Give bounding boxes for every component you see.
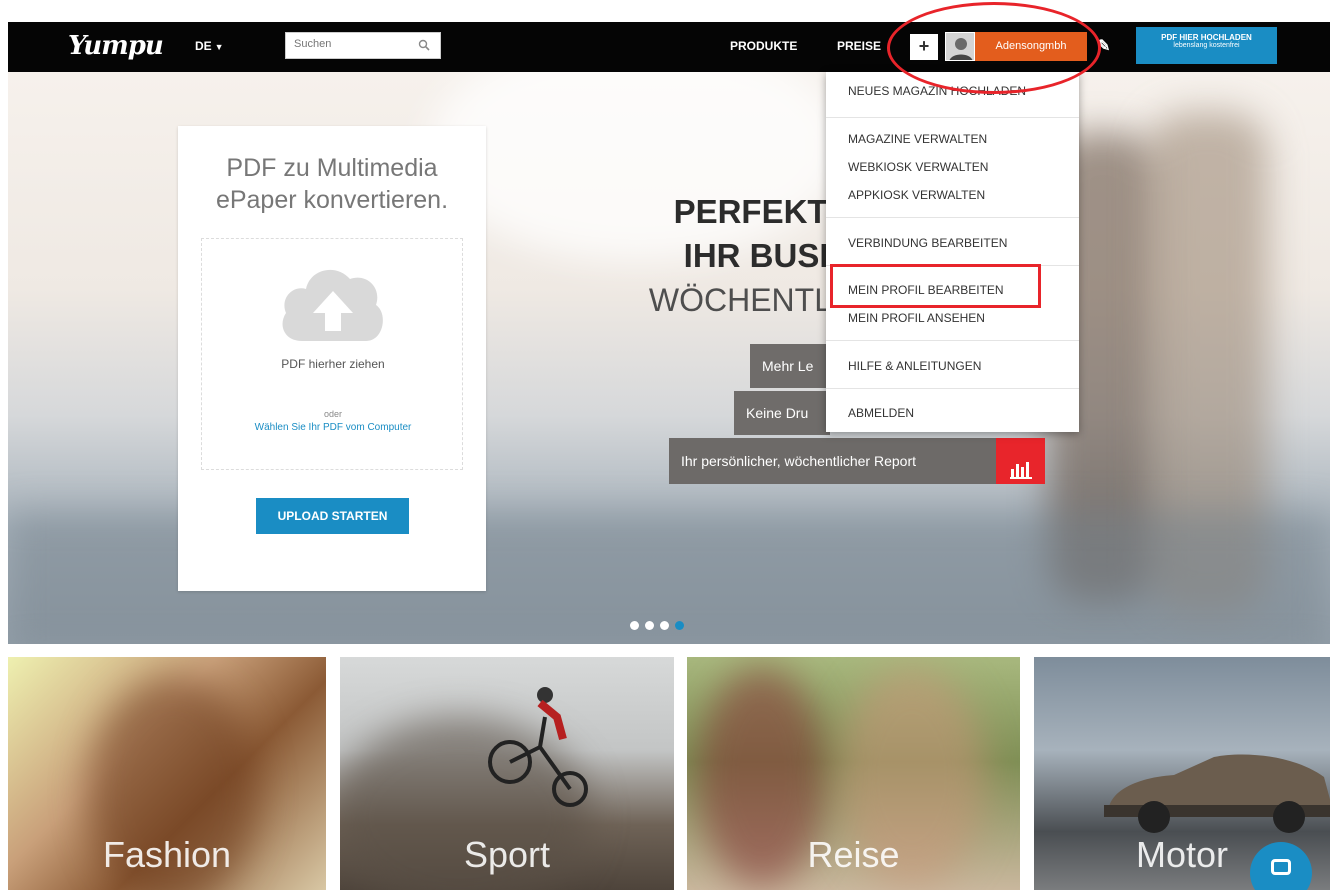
search-icon[interactable] — [418, 39, 430, 51]
cloud-upload-icon — [282, 269, 383, 341]
hero-slider: PDF zu Multimedia ePaper konvertieren. P… — [8, 72, 1330, 644]
search-input[interactable] — [294, 38, 404, 50]
chat-icon — [1271, 859, 1291, 875]
dropzone-text: PDF hierher ziehen — [281, 357, 385, 371]
category-label-reise: Reise — [807, 834, 900, 875]
pdf-dropzone[interactable]: PDF hierher ziehen oder Wählen Sie Ihr P… — [201, 238, 463, 470]
search-box[interactable] — [285, 32, 441, 59]
menu-divider — [826, 217, 1079, 218]
upload-pdf-label: PDF HIER HOCHLADEN — [1161, 33, 1252, 42]
upload-card-title-line1: PDF zu Multimedia — [226, 154, 438, 182]
upload-card: PDF zu Multimedia ePaper konvertieren. P… — [178, 126, 486, 591]
feature-pill-1: Mehr Le — [750, 344, 830, 388]
cyclist-illustration — [488, 687, 588, 807]
menu-divider — [826, 340, 1079, 341]
slider-dot[interactable] — [630, 621, 639, 630]
top-navbar: Yumpu DE▼ PRODUKTE PREISE + Adensongmbh … — [8, 22, 1330, 72]
menu-item-manage-magazines[interactable]: MAGAZINE VERWALTEN — [848, 132, 987, 146]
category-tile-reise[interactable]: Reise — [687, 657, 1020, 890]
annotation-ellipse — [887, 2, 1101, 94]
slider-dots — [630, 617, 690, 635]
menu-divider — [826, 388, 1079, 389]
language-label: DE — [195, 39, 212, 53]
yumpu-logo[interactable]: Yumpu — [68, 31, 164, 61]
report-pill: Ihr persönlicher, wöchentlicher Report — [669, 438, 1045, 484]
car-illustration — [1104, 754, 1330, 833]
page: Yumpu DE▼ PRODUKTE PREISE + Adensongmbh … — [0, 0, 1337, 890]
category-tile-fashion[interactable]: Fashion — [8, 657, 326, 890]
upload-card-title: PDF zu Multimedia ePaper konvertieren. — [178, 152, 486, 216]
menu-item-edit-connection[interactable]: VERBINDUNG BEARBEITEN — [848, 236, 1007, 250]
report-chart-icon — [996, 438, 1045, 484]
menu-divider — [826, 117, 1079, 118]
feature-pill-2: Keine Dru — [734, 391, 830, 435]
upload-start-button[interactable]: UPLOAD STARTEN — [256, 498, 409, 534]
category-label-sport: Sport — [463, 834, 551, 875]
nav-link-produkte[interactable]: PRODUKTE — [730, 39, 797, 53]
slider-dot[interactable] — [660, 621, 669, 630]
choose-file-link[interactable]: Wählen Sie Ihr PDF vom Computer — [202, 422, 464, 433]
language-selector[interactable]: DE ▼ — [195, 39, 224, 53]
menu-item-help[interactable]: HILFE & ANLEITUNGEN — [848, 359, 981, 373]
category-label-fashion: Fashion — [102, 834, 232, 875]
upload-pdf-sublabel: lebenslang kostenfrei — [1173, 42, 1240, 49]
slider-dot[interactable] — [645, 621, 654, 630]
menu-item-manage-webkiosk[interactable]: WEBKIOSK VERWALTEN — [848, 160, 988, 174]
upload-pdf-button[interactable]: PDF HIER HOCHLADEN lebenslang kostenfrei — [1136, 27, 1277, 64]
menu-item-manage-appkiosk[interactable]: APPKIOSK VERWALTEN — [848, 188, 985, 202]
caret-down-icon: ▼ — [214, 42, 224, 52]
slider-dot-active[interactable] — [675, 621, 684, 630]
dropzone-or: oder — [323, 409, 342, 419]
report-label: Ihr persönlicher, wöchentlicher Report — [681, 453, 917, 469]
annotation-box — [830, 264, 1041, 308]
nav-link-preise[interactable]: PREISE — [837, 39, 881, 53]
menu-item-view-profile[interactable]: MEIN PROFIL ANSEHEN — [848, 311, 985, 325]
menu-item-logout[interactable]: ABMELDEN — [848, 406, 914, 420]
upload-card-title-line2: ePaper konvertieren. — [215, 186, 449, 214]
category-tile-sport[interactable]: Sport — [340, 657, 674, 890]
user-dropdown-menu: NEUES MAGAZIN HOCHLADEN MAGAZINE VERWALT… — [826, 72, 1079, 432]
